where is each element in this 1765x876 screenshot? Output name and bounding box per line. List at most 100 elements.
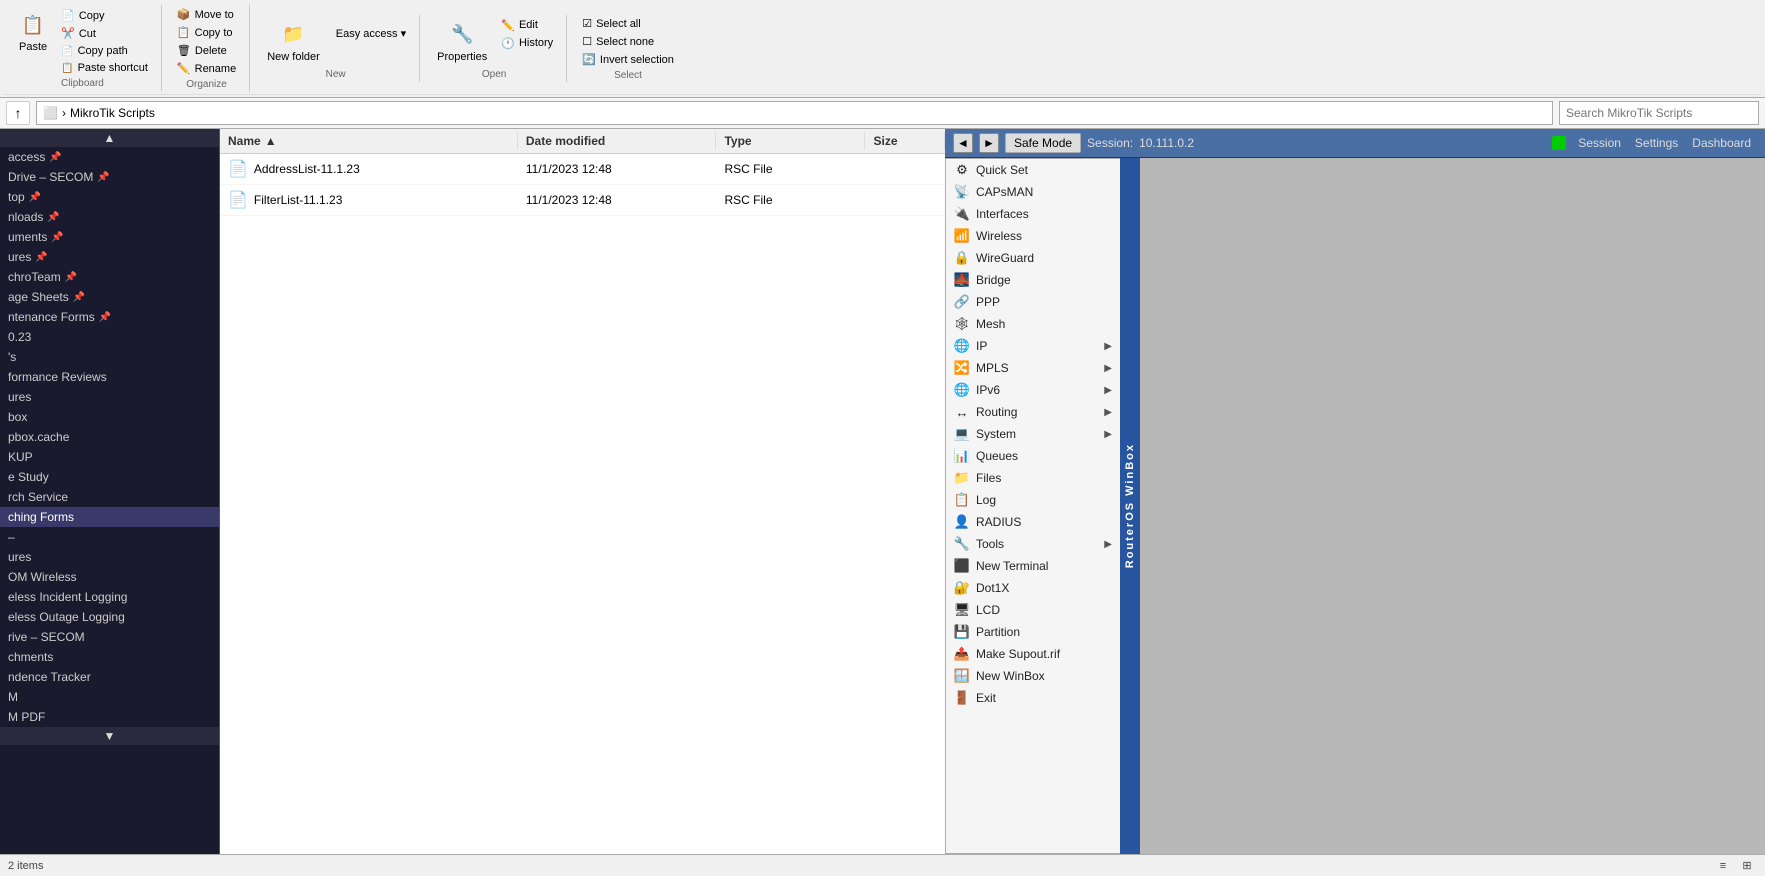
col-header-date[interactable]: Date modified [518,132,717,150]
sidebar-item-features[interactable]: ures [0,387,219,407]
delete-button[interactable]: 🗑 Delete [172,42,241,59]
table-row[interactable]: 📄 FilterList-11.1.23 11/1/2023 12:48 RSC… [220,185,945,216]
submenu-arrow-icon: ▶ [1104,407,1112,418]
detail-view-button[interactable]: ⊞ [1737,858,1757,874]
sidebar-item-performance-reviews[interactable]: formance Reviews [0,367,219,387]
tab-settings[interactable]: Settings [1629,135,1684,151]
sidebar-item-documents[interactable]: uments 📌 [0,227,219,247]
sidebar-scroll-up[interactable]: ▲ [0,129,219,147]
copy-button[interactable]: 📄 Copy [56,7,153,24]
cut-button[interactable]: ✂️ Cut [56,25,153,42]
sidebar-item-label: pbox.cache [8,430,69,444]
safe-mode-button[interactable]: Safe Mode [1005,133,1081,153]
file-size [866,167,946,171]
sidebar-item-dependence-tracker[interactable]: ndence Tracker [0,667,219,687]
menu-item-lcd[interactable]: 🖥 LCD [946,599,1120,621]
col-header-type[interactable]: Type [716,132,865,150]
sidebar-item-page-sheets[interactable]: age Sheets 📌 [0,287,219,307]
properties-button[interactable]: 🔧 Properties [430,17,494,67]
select-all-button[interactable]: ☑ Select all [577,15,679,32]
tab-session[interactable]: Session [1572,135,1627,151]
sidebar-scroll-down[interactable]: ▼ [0,727,219,745]
list-view-button[interactable]: ≡ [1713,858,1733,874]
menu-item-wireguard[interactable]: 🔒 WireGuard [946,247,1120,269]
sidebar-item-microteam[interactable]: chroTeam 📌 [0,267,219,287]
menu-item-bridge[interactable]: 🌉 Bridge [946,269,1120,291]
submenu-arrow-icon: ▶ [1104,363,1112,374]
easy-access-button[interactable]: Easy access ▾ [331,25,411,42]
new-folder-button[interactable]: 📁 New folder [260,17,327,67]
menu-item-dot1x[interactable]: 🔐 Dot1X [946,577,1120,599]
menu-item-ppp[interactable]: 🔗 PPP [946,291,1120,313]
sidebar-item-access[interactable]: access 📌 [0,147,219,167]
nav-up-button[interactable]: ↑ [6,101,30,125]
winbox-body: ⚙ Quick Set 📡 CAPsMAN 🔌 Interfaces 📶 Wir… [945,158,1765,854]
sidebar-item-inbox-cache[interactable]: pbox.cache [0,427,219,447]
sidebar-item-m[interactable]: M [0,687,219,707]
menu-item-new-terminal[interactable]: ⬛ New Terminal [946,555,1120,577]
menu-item-capsman[interactable]: 📡 CAPsMAN [946,181,1120,203]
forward-button[interactable]: ► [979,133,999,153]
col-header-size[interactable]: Size [865,132,945,150]
sidebar-item-com-wireless[interactable]: OM Wireless [0,567,219,587]
select-none-button[interactable]: ☐ Select none [577,33,679,50]
sidebar-item-label: ching Forms [8,510,74,524]
menu-item-files[interactable]: 📁 Files [946,467,1120,489]
sidebar-item-coaching-forms[interactable]: ching Forms [0,507,219,527]
sidebar-item-wireless-outage[interactable]: eless Outage Logging [0,607,219,627]
menu-item-log[interactable]: 📋 Log [946,489,1120,511]
menu-item-ipv6[interactable]: 🌐 IPv6 ▶ [946,379,1120,401]
menu-item-system[interactable]: 💻 System ▶ [946,423,1120,445]
menu-item-new-winbox[interactable]: 🪟 New WinBox [946,665,1120,687]
sidebar-item-pdf[interactable]: M PDF [0,707,219,727]
file-type: RSC File [717,191,866,209]
history-button[interactable]: 🕐 History [496,35,558,52]
address-path[interactable]: ⬜ › MikroTik Scripts [36,101,1553,125]
search-input[interactable] [1559,101,1759,125]
sidebar-item-case-study[interactable]: e Study [0,467,219,487]
menu-item-quick-set[interactable]: ⚙ Quick Set [946,159,1120,181]
sidebar-item-research-service[interactable]: rch Service [0,487,219,507]
menu-item-queues[interactable]: 📊 Queues [946,445,1120,467]
sidebar-item-inbox[interactable]: box [0,407,219,427]
edit-button[interactable]: ✏️ Edit [496,17,558,34]
col-header-name[interactable]: Name ▲ [220,132,518,150]
sidebar-item-features2[interactable]: ures [0,547,219,567]
menu-item-tools[interactable]: 🔧 Tools ▶ [946,533,1120,555]
menu-item-mesh[interactable]: 🕸 Mesh [946,313,1120,335]
sidebar-item-wireless-incident[interactable]: eless Incident Logging [0,587,219,607]
sidebar-item-backup[interactable]: KUP [0,447,219,467]
sidebar-item-drive-secom[interactable]: Drive – SECOM 📌 [0,167,219,187]
sidebar-item-dash[interactable]: – [0,527,219,547]
menu-item-partition[interactable]: 💾 Partition [946,621,1120,643]
menu-item-mpls[interactable]: 🔀 MPLS ▶ [946,357,1120,379]
sidebar-item-downloads[interactable]: nloads 📌 [0,207,219,227]
menu-item-routing[interactable]: ↔ Routing ▶ [946,401,1120,423]
paste-button[interactable]: 📋 Paste [12,7,54,57]
sidebar-item-s[interactable]: 's [0,347,219,367]
menu-item-radius[interactable]: 👤 RADIUS [946,511,1120,533]
pin-icon: 📌 [35,252,47,263]
sidebar-item-023[interactable]: 0.23 [0,327,219,347]
table-row[interactable]: 📄 AddressList-11.1.23 11/1/2023 12:48 RS… [220,154,945,185]
copy-to-button[interactable]: 📋 Copy to [172,24,241,41]
tab-dashboard[interactable]: Dashboard [1686,135,1757,151]
menu-item-exit[interactable]: 🚪 Exit [946,687,1120,709]
menu-item-wireless[interactable]: 📶 Wireless [946,225,1120,247]
menu-item-make-supout[interactable]: 📤 Make Supout.rif [946,643,1120,665]
sidebar-item-attachments[interactable]: chments [0,647,219,667]
sidebar-item-pictures[interactable]: ures 📌 [0,247,219,267]
paste-shortcut-button[interactable]: 📋 Paste shortcut [56,60,153,76]
invert-selection-button[interactable]: 🔄 Invert selection [577,51,679,68]
sidebar-item-drive-secom2[interactable]: rive – SECOM [0,627,219,647]
back-button[interactable]: ◄ [953,133,973,153]
menu-item-ip[interactable]: 🌐 IP ▶ [946,335,1120,357]
menu-item-interfaces[interactable]: 🔌 Interfaces [946,203,1120,225]
move-to-button[interactable]: 📦 Move to [172,6,241,23]
pin-icon: 📌 [99,312,111,323]
make-supout-icon: 📤 [954,646,970,662]
sidebar-item-maintenance-forms[interactable]: ntenance Forms 📌 [0,307,219,327]
sidebar-item-desktop[interactable]: top 📌 [0,187,219,207]
copy-path-button[interactable]: 📄 Copy path [56,43,153,59]
rename-button[interactable]: ✏️ Rename [172,60,241,77]
